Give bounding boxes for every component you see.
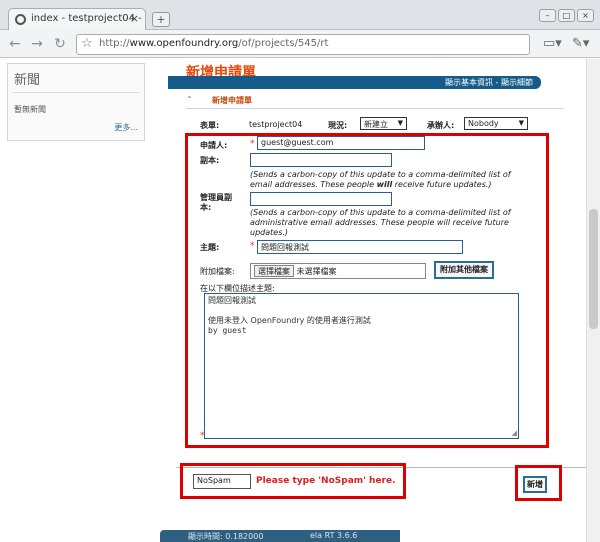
spam-warning: Please type 'NoSpam' here. — [256, 476, 396, 486]
section-title: 新增申請單 — [212, 96, 252, 105]
address-url: http://www.openfoundry.org/of/projects/5… — [99, 38, 329, 49]
vertical-scrollbar[interactable] — [586, 59, 600, 542]
page-viewport: 新聞 暫無新聞 更多... 新增申請單 顯示基本資訊 - 顯示細節 ⌃ 新增申請… — [0, 59, 586, 542]
toggle-details-link[interactable]: 顯示基本資訊 - 顯示細節 — [445, 77, 533, 88]
reload-icon[interactable]: ↻ — [51, 35, 69, 53]
favicon-icon — [15, 14, 26, 25]
scrollbar-thumb[interactable] — [589, 209, 598, 329]
news-sidebar: 新聞 暫無新聞 更多... — [7, 63, 145, 141]
bookmark-star-icon[interactable]: ☆ — [81, 36, 93, 51]
address-bar[interactable]: ☆ http://www.openfoundry.org/of/projects… — [76, 34, 530, 55]
new-tab-button[interactable]: + — [152, 12, 170, 27]
news-more-link[interactable]: 更多... — [114, 122, 138, 133]
close-tab-icon[interactable]: × — [130, 12, 139, 25]
owner-label: 承辦人: — [427, 121, 455, 130]
back-icon[interactable]: ← — [6, 35, 24, 53]
chevron-down-icon: ▼ — [518, 119, 524, 127]
forward-icon[interactable]: → — [28, 35, 46, 53]
status-select[interactable]: 新建立 ▼ — [360, 117, 407, 130]
browser-tab[interactable]: index - testproject04 - O… × — [8, 8, 146, 31]
browser-toolbar: ← → ↻ ☆ http://www.openfoundry.org/of/pr… — [0, 30, 600, 58]
tab-title: index - testproject04 - O… — [31, 13, 145, 24]
title-bar: 顯示基本資訊 - 顯示細節 — [168, 76, 541, 89]
minimize-icon[interactable]: – — [539, 9, 556, 22]
browser-tab-bar: index - testproject04 - O… × + –□× — [0, 0, 600, 31]
render-time: 顯示時間: 0.182000 — [188, 532, 264, 541]
status-label: 現況: — [328, 121, 348, 130]
queue-value: testproject04 — [249, 120, 303, 129]
page-menu-icon[interactable]: ▭▾ — [543, 36, 562, 51]
window-controls: – □ × — [537, 3, 594, 22]
maximize-icon[interactable]: □ — [558, 9, 575, 22]
queue-label: 表單: — [200, 121, 220, 130]
nospam-input[interactable]: NoSpam — [193, 474, 251, 489]
chevron-down-icon: ▼ — [397, 119, 403, 127]
close-window-icon[interactable]: × — [577, 9, 594, 22]
collapse-icon[interactable]: ⌃ — [186, 95, 193, 104]
news-empty-text: 暫無新聞 — [14, 105, 46, 114]
highlight-form-box — [185, 133, 549, 448]
wrench-icon[interactable]: ✎▾ — [572, 36, 589, 51]
submit-button[interactable]: 新增 — [523, 476, 547, 493]
main-content: 新增申請單 顯示基本資訊 - 顯示細節 ⌃ 新增申請單 表單: testproj… — [160, 59, 586, 542]
footer-bar: 顯示時間: 0.182000 ela RT 3.6.6 — [160, 530, 400, 542]
divider — [12, 92, 140, 93]
section-header[interactable]: ⌃ 新增申請單 — [186, 95, 564, 109]
rt-version: ela RT 3.6.6 — [310, 531, 358, 540]
news-title: 新聞 — [14, 73, 41, 88]
owner-select[interactable]: Nobody ▼ — [464, 117, 528, 130]
